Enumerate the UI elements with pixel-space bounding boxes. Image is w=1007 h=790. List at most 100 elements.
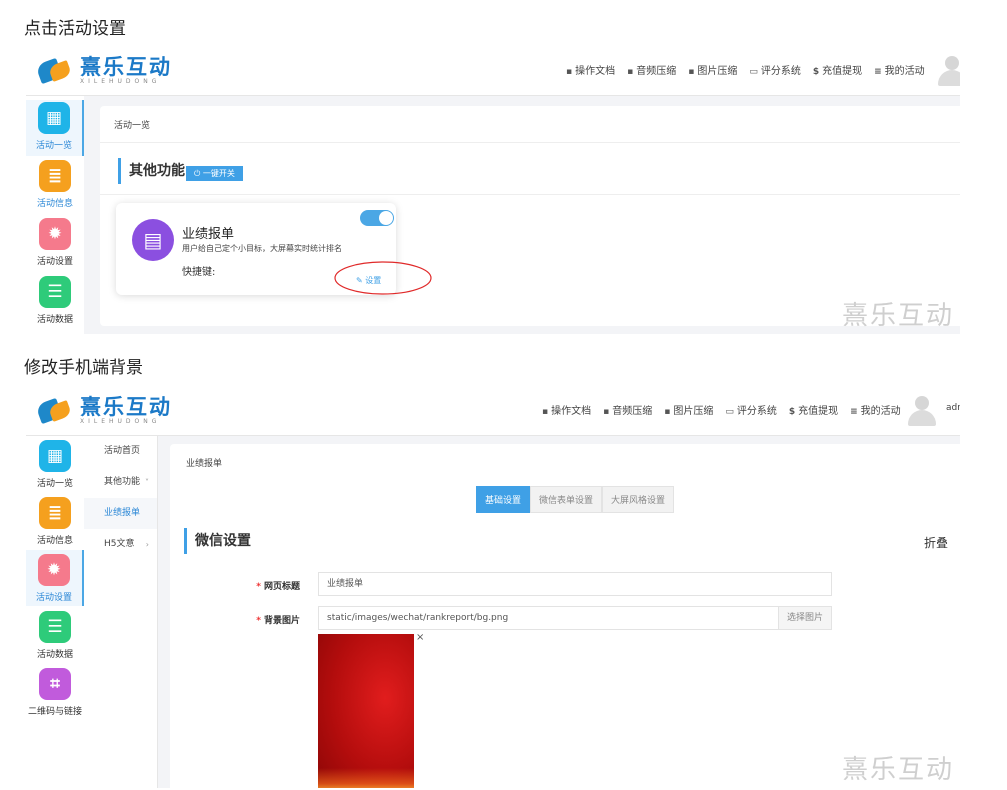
submenu-item-h5[interactable]: H5文意 › [84,529,157,560]
user-avatar[interactable] [936,52,960,86]
page-title-input[interactable]: 业绩报单 [318,572,832,596]
sidebar: ▦ 活动一览 ≣ 活动信息 ✹ 活动设置 ☰ 活动数据 [26,96,84,334]
main-card: 活动一览 其他功能 ⏻ 一键开关 ▤ 业绩报单 用户给自己定个小目标，大屏幕实时… [100,106,960,326]
sidebar-item-label: 活动设置 [35,593,72,603]
chevron-right-icon: › [145,540,149,549]
tab-wechat-form-settings[interactable]: 微信表单设置 [530,486,603,513]
doc-icon: ▪ [627,67,634,77]
gear-icon: ✹ [39,218,71,250]
sidebar-item-data[interactable]: ☰ 活动数据 [26,611,84,660]
feature-description: 用户给自己定个小目标，大屏幕实时统计排名 [182,244,342,253]
doc-icon: ▪ [566,67,573,77]
sidebar-item-label: 活动设置 [36,257,73,267]
gear-icon: ✹ [38,554,70,586]
dollar-icon: $ [788,407,796,417]
highlight-ellipse [334,261,432,295]
sidebar-item-settings[interactable]: ✹ 活动设置 [26,218,84,267]
list-icon: ≡ [874,67,882,77]
sidebar-item-info[interactable]: ≣ 活动信息 [26,160,84,209]
nav-audio-compress[interactable]: ▪ 音频压缩 [603,402,652,417]
database-icon: ☰ [39,611,71,643]
tab-basic-settings[interactable]: 基础设置 [476,486,531,513]
submenu-item-other-functions[interactable]: 其他功能 ˅ [84,467,157,498]
nav-audio-compress[interactable]: ▪ 音频压缩 [627,62,676,77]
brand-name: 熹乐互动 [80,395,172,419]
main-card: 业绩报单 基础设置 微信表单设置 大屏风格设置 微信设置 折叠 * 网页标题 业绩… [170,444,960,788]
page-title: 业绩报单 [186,459,223,469]
clipboard-icon: ▤ [132,219,174,261]
nav-recharge[interactable]: $ 充值提现 [789,402,838,417]
sidebar-item-label: 活动信息 [36,199,73,209]
sidebar: ▦ 活动一览 ≣ 活动信息 ✹ 活动设置 ☰ 活动数据 ⌗ 二维码与链接 [26,436,84,788]
user-name[interactable]: adr [946,403,960,413]
breadcrumb: 活动一览 [114,121,151,131]
grid-icon: ▦ [39,440,71,472]
top-nav: ▪ 操作文档 ▪ 音频压缩 ▪ 图片压缩 ▭ 评分系统 $ 充值提现 ≡ 我的活动 [542,402,901,417]
monitor-icon: ▭ [749,67,758,77]
nav-image-compress[interactable]: ▪ 图片压缩 [688,62,737,77]
nav-docs[interactable]: ▪ 操作文档 [542,402,591,417]
submenu-item-performance[interactable]: 业绩报单 [84,498,157,529]
user-avatar[interactable] [906,392,936,426]
nav-my-activities[interactable]: ≡ 我的活动 [850,402,901,417]
background-image-input[interactable]: static/images/wechat/rankreport/bg.png [318,606,780,630]
submenu-item-home[interactable]: 活动首页 [84,436,157,467]
close-icon[interactable]: × [416,632,424,643]
sidebar-item-label: 活动数据 [36,315,73,325]
top-header: 熹乐互动 XILEHUDONG ▪ 操作文档 ▪ 音频压缩 ▪ 图片压缩 ▭ 评分系统 … [26,386,960,436]
section-title: 其他功能 [118,158,185,184]
sidebar-item-data[interactable]: ☰ 活动数据 [26,276,84,325]
sidebar-item-label: 活动一览 [36,479,73,489]
list-icon: ≡ [850,407,858,417]
brand-logo[interactable]: 熹乐互动 XILEHUDONG [35,55,172,85]
brand-name: 熹乐互动 [80,55,172,79]
chevron-down-icon: ˅ [145,478,149,487]
top-header: 熹乐互动 XILEHUDONG ▪ 操作文档 ▪ 音频压缩 ▪ 图片压缩 ▭ 评分系统 … [26,46,960,96]
sidebar-item-settings[interactable]: ✹ 活动设置 [26,550,84,606]
feature-title: 业绩报单 [182,227,235,242]
background-field-label: * 背景图片 [256,616,300,626]
sidebar-item-label: 活动信息 [36,536,73,546]
onekey-toggle-button[interactable]: ⏻ 一键开关 [186,166,243,181]
sidebar-item-overview[interactable]: ▦ 活动一览 [26,440,84,489]
watermark: 熹乐互动 [841,301,954,331]
settings-tabs: 基础设置 微信表单设置 大屏风格设置 [476,486,675,513]
sidebar-item-overview[interactable]: ▦ 活动一览 [26,100,84,156]
nav-my-activities[interactable]: ≡ 我的活动 [874,62,925,77]
nav-docs[interactable]: ▪ 操作文档 [566,62,615,77]
screenshot-performance-settings: 熹乐互动 XILEHUDONG ▪ 操作文档 ▪ 音频压缩 ▪ 图片压缩 ▭ 评分系统 … [26,386,960,788]
top-nav: ▪ 操作文档 ▪ 音频压缩 ▪ 图片压缩 ▭ 评分系统 $ 充值提现 ≡ 我的活动 [566,62,925,77]
doc-icon: ▪ [688,67,695,77]
sidebar-item-info[interactable]: ≣ 活动信息 [26,497,84,546]
screenshot-activity-overview: 熹乐互动 XILEHUDONG ▪ 操作文档 ▪ 音频压缩 ▪ 图片压缩 ▭ 评分系统 … [26,46,960,334]
doc-icon: ▪ [542,407,549,417]
dollar-icon: $ [812,67,820,77]
feature-enable-toggle[interactable] [360,210,394,226]
power-icon: ⏻ [194,169,203,178]
brand-subtitle: XILEHUDONG [80,78,161,85]
background-image-preview [318,634,414,788]
doc-icon: ▪ [664,407,671,417]
collapse-toggle[interactable]: 折叠 [924,534,948,551]
nav-scoring[interactable]: ▭ 评分系统 [725,402,777,417]
sidebar-item-label: 活动数据 [36,650,73,660]
watermark: 熹乐互动 [841,755,954,785]
monitor-icon: ▭ [725,407,734,417]
nav-image-compress[interactable]: ▪ 图片压缩 [664,402,713,417]
sidebar-item-qrcode[interactable]: ⌗ 二维码与链接 [26,668,84,717]
step2-caption: 修改手机端背景 [24,358,143,378]
nav-scoring[interactable]: ▭ 评分系统 [749,62,801,77]
sidebar-item-label: 活动一览 [35,141,72,151]
step1-caption: 点击活动设置 [24,19,126,39]
document-icon: ≣ [39,160,71,192]
nav-recharge[interactable]: $ 充值提现 [813,62,862,77]
sidebar-item-label: 二维码与链接 [27,707,82,717]
feature-shortcut: 快捷键: [182,267,216,278]
tab-screen-style-settings[interactable]: 大屏风格设置 [602,486,675,513]
section-title: 微信设置 [184,528,251,554]
database-icon: ☰ [39,276,71,308]
doc-icon: ▪ [603,407,610,417]
brand-logo[interactable]: 熹乐互动 XILEHUDONG [35,395,172,425]
choose-image-button[interactable]: 选择图片 [778,606,833,630]
title-field-label: * 网页标题 [256,582,300,592]
